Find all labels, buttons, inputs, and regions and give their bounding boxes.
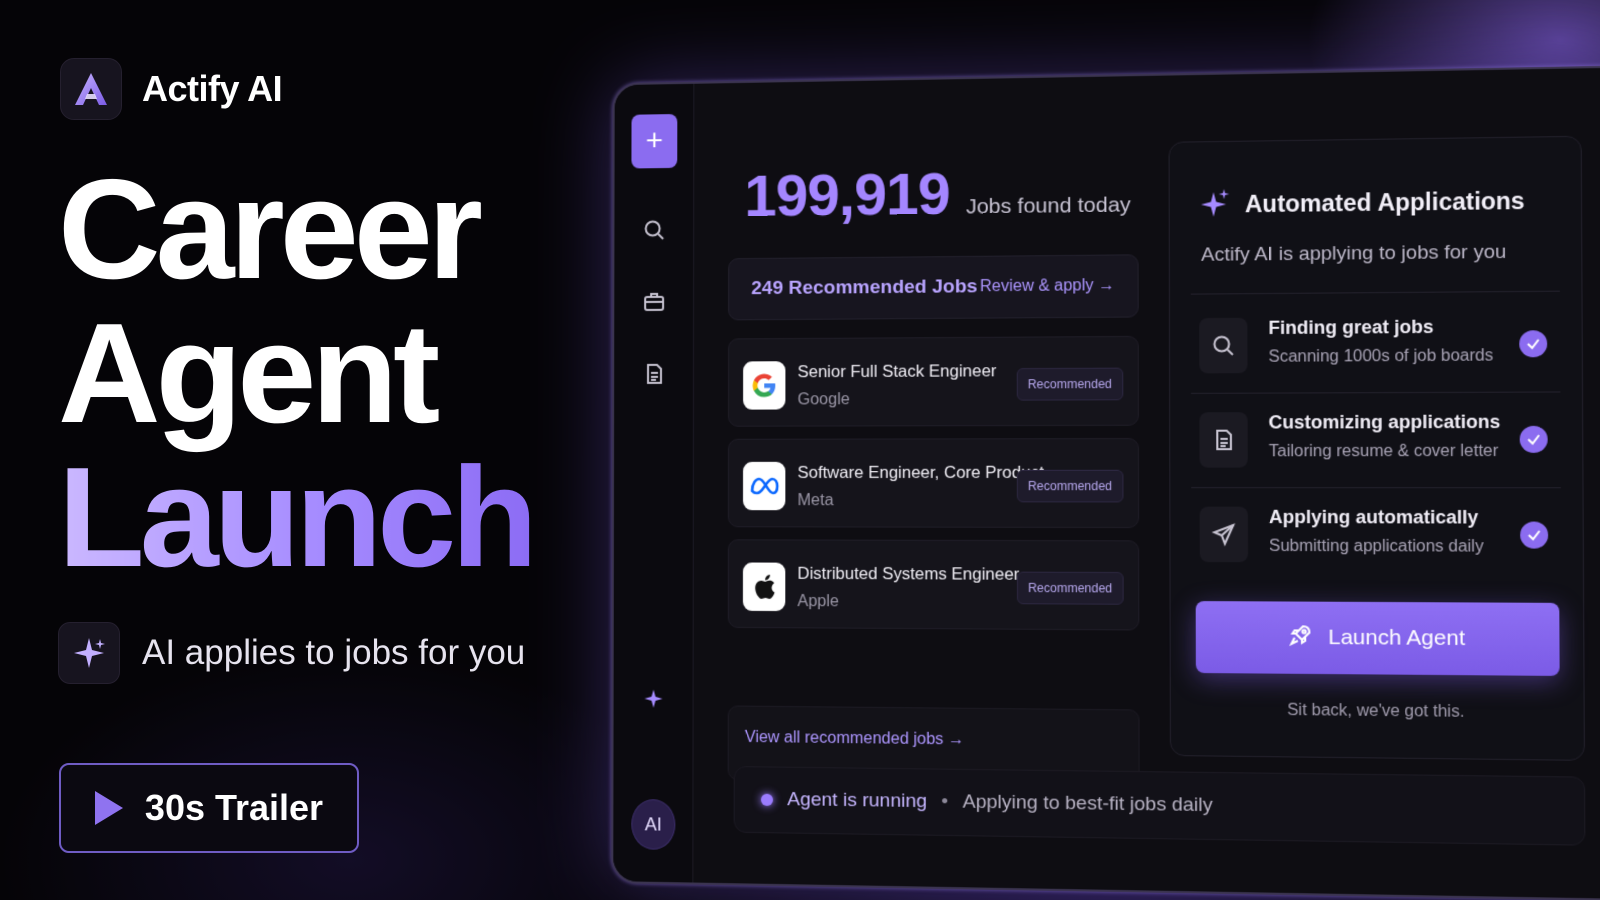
headline-line-1: Career xyxy=(58,158,533,302)
brand: Actify AI xyxy=(60,58,282,120)
step-customizing: Customizing applications Tailoring resum… xyxy=(1199,405,1560,478)
trailer-label: 30s Trailer xyxy=(145,787,323,829)
search-icon[interactable] xyxy=(638,214,670,246)
job-title: Software Engineer, Core Product xyxy=(797,464,1043,483)
app-window: + AI 199,919 Jobs found today 249 Recomm… xyxy=(611,65,1600,900)
rocket-icon xyxy=(1288,622,1313,653)
recommended-badge: Recommended xyxy=(1017,572,1124,605)
status-bar: Agent is running • Applying to best-fit … xyxy=(734,766,1586,846)
job-card[interactable]: Distributed Systems Engineer Apple Recom… xyxy=(728,539,1140,630)
headline-line-3: Launch xyxy=(58,446,533,590)
check-icon xyxy=(1520,426,1548,453)
divider xyxy=(1191,391,1560,393)
job-title: Distributed Systems Engineer xyxy=(797,565,1019,585)
check-icon xyxy=(1519,330,1547,357)
document-icon[interactable] xyxy=(638,358,670,390)
step-subtitle: Scanning 1000s of job boards xyxy=(1268,347,1493,367)
jobs-found-label: Jobs found today xyxy=(966,193,1131,219)
review-apply-link[interactable]: Review & apply → xyxy=(980,277,1115,296)
main-panel: 199,919 Jobs found today 249 Recommended… xyxy=(693,68,1600,899)
tagline: AI applies to jobs for you xyxy=(58,622,525,684)
check-icon xyxy=(1520,522,1548,549)
a-logo-icon xyxy=(60,58,122,120)
send-icon xyxy=(1200,507,1248,563)
status-running: Agent is running xyxy=(787,789,927,813)
search-icon xyxy=(1199,318,1247,374)
launch-agent-button[interactable]: Launch Agent xyxy=(1196,601,1560,676)
step-subtitle: Tailoring resume & cover letter xyxy=(1269,443,1499,462)
step-finding-jobs: Finding great jobs Scanning 1000s of job… xyxy=(1199,309,1560,383)
jobs-found-count: 199,919 xyxy=(744,160,949,230)
job-title: Senior Full Stack Engineer xyxy=(798,362,997,382)
job-card[interactable]: Software Engineer, Core Product Meta Rec… xyxy=(728,438,1139,528)
job-card[interactable]: Senior Full Stack Engineer Google Recomm… xyxy=(728,336,1139,427)
tagline-text: AI applies to jobs for you xyxy=(142,633,525,673)
sparkle-icon[interactable] xyxy=(638,682,670,714)
recommended-header: 249 Recommended Jobs Review & apply → xyxy=(728,254,1139,320)
document-icon xyxy=(1199,412,1247,467)
automation-card: Automated Applications Actify AI is appl… xyxy=(1169,136,1585,761)
google-logo-icon xyxy=(743,361,785,409)
recommended-badge: Recommended xyxy=(1016,470,1123,503)
recommended-badge: Recommended xyxy=(1016,368,1123,401)
play-icon xyxy=(95,791,123,825)
step-subtitle: Submitting applications daily xyxy=(1269,538,1484,557)
automation-subtitle: Actify AI is applying to jobs for you xyxy=(1201,241,1506,267)
step-applying: Applying automatically Submitting applic… xyxy=(1200,500,1562,573)
headline-line-2: Agent xyxy=(58,302,533,446)
status-separator: • xyxy=(941,791,948,814)
divider xyxy=(1191,487,1561,488)
automation-header: Automated Applications xyxy=(1201,184,1525,222)
launch-agent-label: Launch Agent xyxy=(1328,625,1465,651)
recommended-title: 249 Recommended Jobs xyxy=(751,276,977,300)
jobs-found-stat: 199,919 Jobs found today xyxy=(744,158,1131,230)
automation-title: Automated Applications xyxy=(1245,187,1525,218)
job-company: Google xyxy=(798,391,850,409)
step-title: Applying automatically xyxy=(1269,507,1478,529)
sparkle-icon xyxy=(58,622,120,684)
briefcase-icon[interactable] xyxy=(638,286,670,318)
sidebar: + AI xyxy=(613,84,694,883)
avatar[interactable]: AI xyxy=(631,799,675,850)
headline: Career Agent Launch xyxy=(58,158,533,590)
step-title: Customizing applications xyxy=(1269,411,1501,433)
status-dot-icon xyxy=(761,794,773,806)
brand-name: Actify AI xyxy=(142,68,282,110)
trailer-button[interactable]: 30s Trailer xyxy=(59,763,359,853)
add-icon[interactable]: + xyxy=(631,114,677,169)
sparkle-icon xyxy=(1201,188,1230,222)
job-company: Apple xyxy=(797,593,838,611)
job-company: Meta xyxy=(797,492,833,510)
apple-logo-icon xyxy=(743,562,785,611)
meta-logo-icon xyxy=(743,462,785,510)
reassurance-text: Sit back, we've got this. xyxy=(1171,701,1584,724)
status-detail: Applying to best-fit jobs daily xyxy=(963,791,1213,817)
step-title: Finding great jobs xyxy=(1268,316,1433,339)
divider xyxy=(1191,291,1560,295)
